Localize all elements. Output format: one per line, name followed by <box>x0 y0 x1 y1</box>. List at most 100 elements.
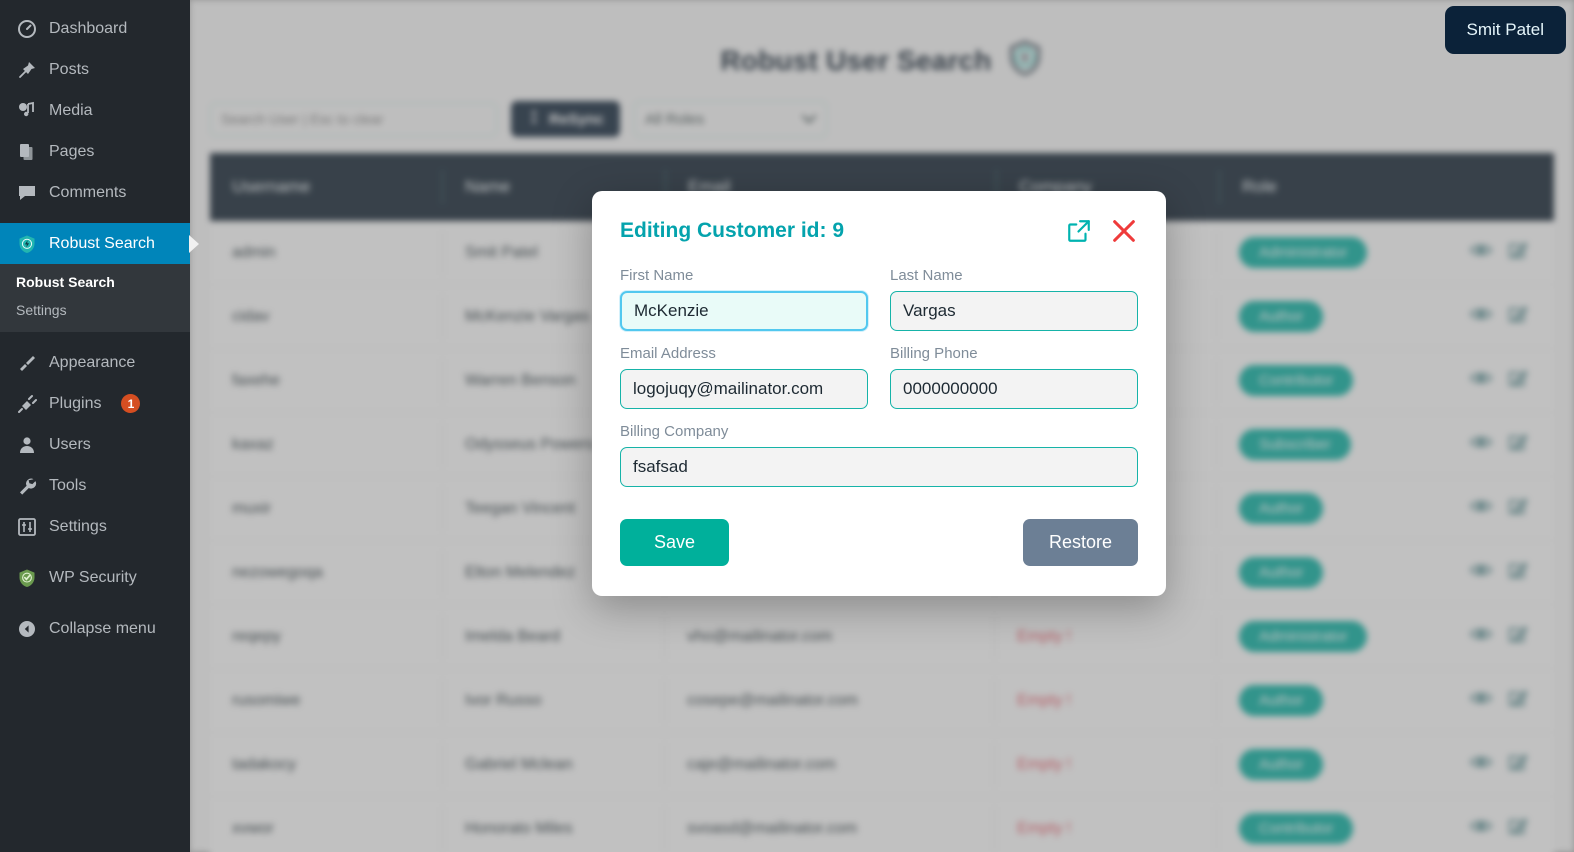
eye-icon[interactable] <box>1469 498 1493 519</box>
eye-icon[interactable] <box>1469 370 1493 391</box>
sidebar-item-wp-security[interactable]: WP Security <box>0 557 190 598</box>
cell-username: reqepy <box>232 627 281 645</box>
page-title: Robust User Search <box>720 44 992 76</box>
billing-phone-input[interactable] <box>890 369 1138 409</box>
role-filter-select[interactable]: All Roles <box>634 101 828 137</box>
eye-icon[interactable] <box>1469 242 1493 263</box>
sidebar-item-collapse-menu[interactable]: Collapse menu <box>0 608 190 649</box>
pencil-square-icon[interactable] <box>1508 496 1528 521</box>
sidebar-item-label: Settings <box>49 517 107 535</box>
eye-icon[interactable] <box>1469 562 1493 583</box>
cell-role: Contributor <box>1216 358 1448 403</box>
restore-button[interactable]: Restore <box>1022 519 1138 566</box>
sidebar-item-label: Posts <box>49 60 90 78</box>
pages-icon <box>16 141 37 162</box>
sidebar-primary-menu: Dashboard Posts Media Pages Comments Robust S… <box>0 8 199 649</box>
pencil-square-icon[interactable] <box>1508 688 1528 713</box>
first-name-input[interactable] <box>620 291 868 331</box>
column-header-role[interactable]: Role <box>1220 177 1452 197</box>
search-input[interactable] <box>210 102 497 136</box>
cell-actions <box>1448 496 1548 521</box>
sidebar-item-label: Dashboard <box>49 19 128 37</box>
pencil-square-icon[interactable] <box>1508 624 1528 649</box>
external-link-icon[interactable] <box>1066 218 1092 244</box>
current-user-badge[interactable]: Smit Patel <box>1444 6 1566 54</box>
role-badge: Administrator <box>1239 237 1368 268</box>
sidebar-item-appearance[interactable]: Appearance <box>0 342 190 383</box>
eye-icon[interactable] <box>1469 434 1493 455</box>
cell-name: Ivor Russo <box>442 678 664 723</box>
save-button[interactable]: Save <box>620 519 730 566</box>
role-badge: Author <box>1239 493 1324 524</box>
pencil-square-icon[interactable] <box>1508 368 1528 393</box>
sidebar-item-comments[interactable]: Comments <box>0 172 190 213</box>
menu-separator <box>0 332 190 342</box>
cell-company: Empty ! <box>994 742 1216 787</box>
submenu-item-robust-search[interactable]: Robust Search <box>0 268 190 296</box>
role-badge: Subscriber <box>1239 429 1351 460</box>
cell-username: xvwor <box>232 819 274 837</box>
pencil-square-icon[interactable] <box>1508 432 1528 457</box>
sidebar-item-label: Comments <box>49 183 127 201</box>
cell-actions <box>1448 752 1548 777</box>
sidebar-item-tools[interactable]: Tools <box>0 465 190 506</box>
company-field-group: Billing Company <box>620 423 1138 487</box>
sidebar-item-label: Appearance <box>49 353 136 371</box>
sidebar-item-dashboard[interactable]: Dashboard <box>0 8 190 49</box>
email-label: Email Address <box>620 345 716 362</box>
eye-icon[interactable] <box>1469 626 1493 647</box>
cell-actions <box>1448 624 1548 649</box>
pin-icon <box>16 59 37 80</box>
eye-icon[interactable] <box>1469 754 1493 775</box>
pencil-square-icon[interactable] <box>1508 560 1528 585</box>
modal-footer: Save Restore <box>620 519 1138 566</box>
billing-company-input[interactable] <box>620 447 1138 487</box>
cell-role: Contributor <box>1216 806 1448 851</box>
cell-role: Author <box>1216 742 1448 787</box>
first-name-label: First Name <box>620 267 694 284</box>
eye-icon[interactable] <box>1469 818 1493 839</box>
resync-button[interactable]: ReSync <box>511 101 621 137</box>
sidebar-item-label: Media <box>49 101 93 119</box>
email-input[interactable] <box>620 369 868 409</box>
sidebar-item-media[interactable]: Media <box>0 90 190 131</box>
sidebar-item-label: Collapse menu <box>49 619 156 637</box>
table-row[interactable]: xvwor Honorato Miles svoasd@mailinator.com… <box>210 797 1554 852</box>
column-header-username[interactable]: Username <box>210 177 442 197</box>
cell-actions <box>1448 688 1548 713</box>
pencil-square-icon[interactable] <box>1508 752 1528 777</box>
sidebar-item-settings[interactable]: Settings <box>0 506 190 547</box>
sidebar-item-robust-search[interactable]: Robust Search <box>0 223 199 264</box>
billing-phone-label: Billing Phone <box>890 345 978 362</box>
cell-company: Empty ! <box>994 678 1216 723</box>
cell-actions <box>1448 304 1548 329</box>
close-icon[interactable] <box>1110 217 1138 245</box>
last-name-input[interactable] <box>890 291 1138 331</box>
sidebar-item-pages[interactable]: Pages <box>0 131 190 172</box>
plug-icon <box>16 393 37 414</box>
role-badge: Author <box>1239 557 1324 588</box>
cell-username: faxehe <box>232 371 281 389</box>
eye-icon[interactable] <box>1469 690 1493 711</box>
sidebar-item-plugins[interactable]: Plugins 1 <box>0 383 190 424</box>
table-row[interactable]: tadakocy Gabriel Mclean caje@mailinator.co… <box>210 733 1554 797</box>
pencil-square-icon[interactable] <box>1508 304 1528 329</box>
collapse-icon <box>16 618 37 639</box>
submenu-item-settings[interactable]: Settings <box>0 296 190 324</box>
pencil-square-icon[interactable] <box>1508 816 1528 841</box>
billing-company-label: Billing Company <box>620 423 729 440</box>
sidebar-item-posts[interactable]: Posts <box>0 49 190 90</box>
pencil-square-icon[interactable] <box>1508 240 1528 265</box>
sidebar-item-label: Plugins <box>49 394 102 412</box>
cell-name: Imelda Beard <box>442 614 664 659</box>
cell-role: Author <box>1216 294 1448 339</box>
cell-name: Gabriel Mclean <box>442 742 664 787</box>
table-row[interactable]: reqepy Imelda Beard vho@mailinator.com Empt… <box>210 605 1554 669</box>
eye-icon[interactable] <box>1469 306 1493 327</box>
shield-bolt-icon <box>16 233 37 254</box>
table-row[interactable]: rusomiwe Ivor Russo cosepe@mailinator.com E… <box>210 669 1554 733</box>
cell-role: Author <box>1216 486 1448 531</box>
active-pointer <box>189 234 199 253</box>
cell-username: admin <box>232 243 276 261</box>
sidebar-item-users[interactable]: Users <box>0 424 190 465</box>
